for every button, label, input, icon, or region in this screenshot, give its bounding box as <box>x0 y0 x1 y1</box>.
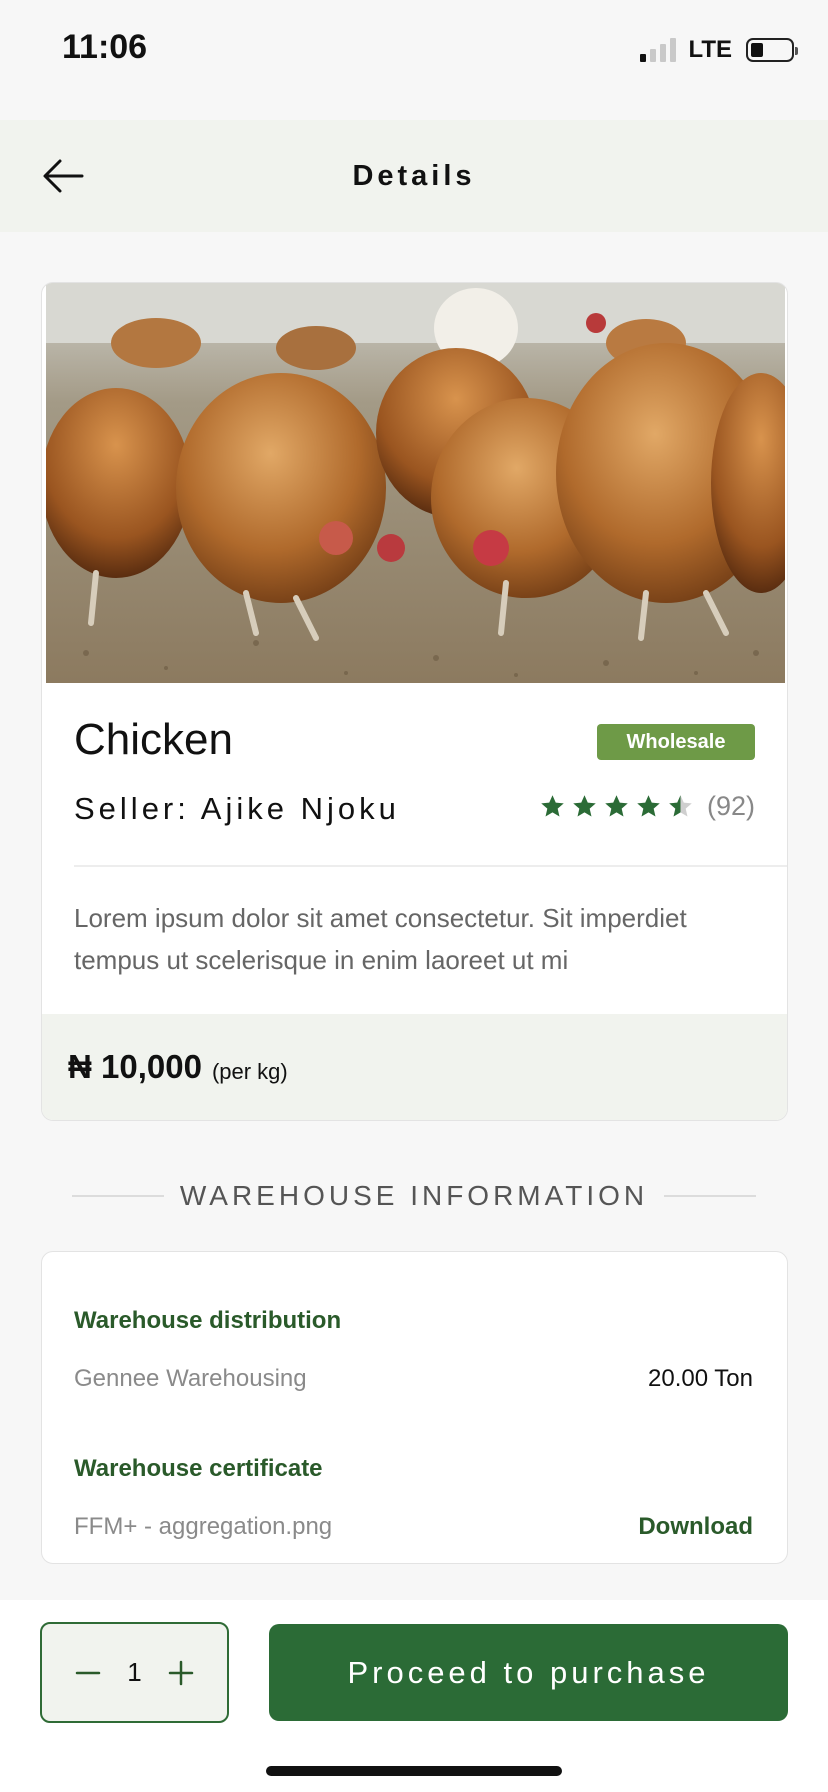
home-indicator[interactable] <box>266 1766 562 1776</box>
status-bar: 11:06 LTE <box>0 0 828 120</box>
star-filled-icon <box>573 795 596 817</box>
battery-icon <box>746 38 798 62</box>
seller-rating[interactable]: (92) <box>539 791 755 822</box>
decrement-button[interactable] <box>72 1657 104 1689</box>
certificate-filename: FFM+ - aggregation.png <box>74 1513 333 1540</box>
product-image <box>46 283 785 683</box>
network-type: LTE <box>688 36 732 63</box>
star-half-icon <box>669 795 692 817</box>
divider <box>72 1195 164 1197</box>
seller-name: Seller: Ajike Njoku <box>74 791 400 826</box>
quantity-value[interactable]: 1 <box>127 1657 141 1688</box>
warehouse-name: Gennee Warehousing <box>74 1365 307 1392</box>
star-filled-icon <box>605 795 628 817</box>
divider <box>74 865 787 867</box>
divider <box>664 1195 757 1197</box>
warehouse-quantity: 20.00 Ton <box>648 1365 753 1392</box>
quantity-stepper: 1 <box>40 1622 229 1723</box>
rating-count: (92) <box>706 791 755 821</box>
wholesale-badge: Wholesale <box>597 724 755 760</box>
section-title: WAREHOUSE INFORMATION <box>179 1180 649 1211</box>
star-filled-icon <box>541 795 564 817</box>
warehouse-section-heading: WAREHOUSE INFORMATION <box>72 1176 757 1216</box>
product-card: Chicken Wholesale Seller: Ajike Njoku (9… <box>41 282 788 1121</box>
proceed-to-purchase-button[interactable]: Proceed to purchase <box>269 1624 788 1721</box>
status-indicators: LTE <box>640 36 798 64</box>
product-name: Chicken <box>74 715 233 764</box>
warehouse-certificate-label: Warehouse certificate <box>74 1455 323 1482</box>
cellular-signal-icon <box>640 38 677 62</box>
price-unit: (per kg) <box>211 1059 288 1084</box>
star-filled-icon <box>637 795 660 817</box>
plus-icon <box>168 1660 194 1685</box>
page-title: Details <box>352 160 476 192</box>
minus-icon <box>75 1671 100 1674</box>
product-description: Lorem ipsum dolor sit amet consectetur. … <box>74 903 687 975</box>
product-price: ₦ 10,000 <box>68 1048 202 1085</box>
increment-button[interactable] <box>165 1657 197 1689</box>
warehouse-distribution-label: Warehouse distribution <box>74 1307 342 1334</box>
warehouse-card: Warehouse distribution Gennee Warehousin… <box>41 1251 788 1564</box>
price-row: ₦ 10,000 (per kg) <box>42 1014 787 1120</box>
bottom-action-bar: 1 Proceed to purchase <box>0 1600 828 1792</box>
top-app-bar: Details <box>0 120 828 232</box>
status-time: 11:06 <box>62 28 148 66</box>
download-link[interactable]: Download <box>638 1513 753 1541</box>
